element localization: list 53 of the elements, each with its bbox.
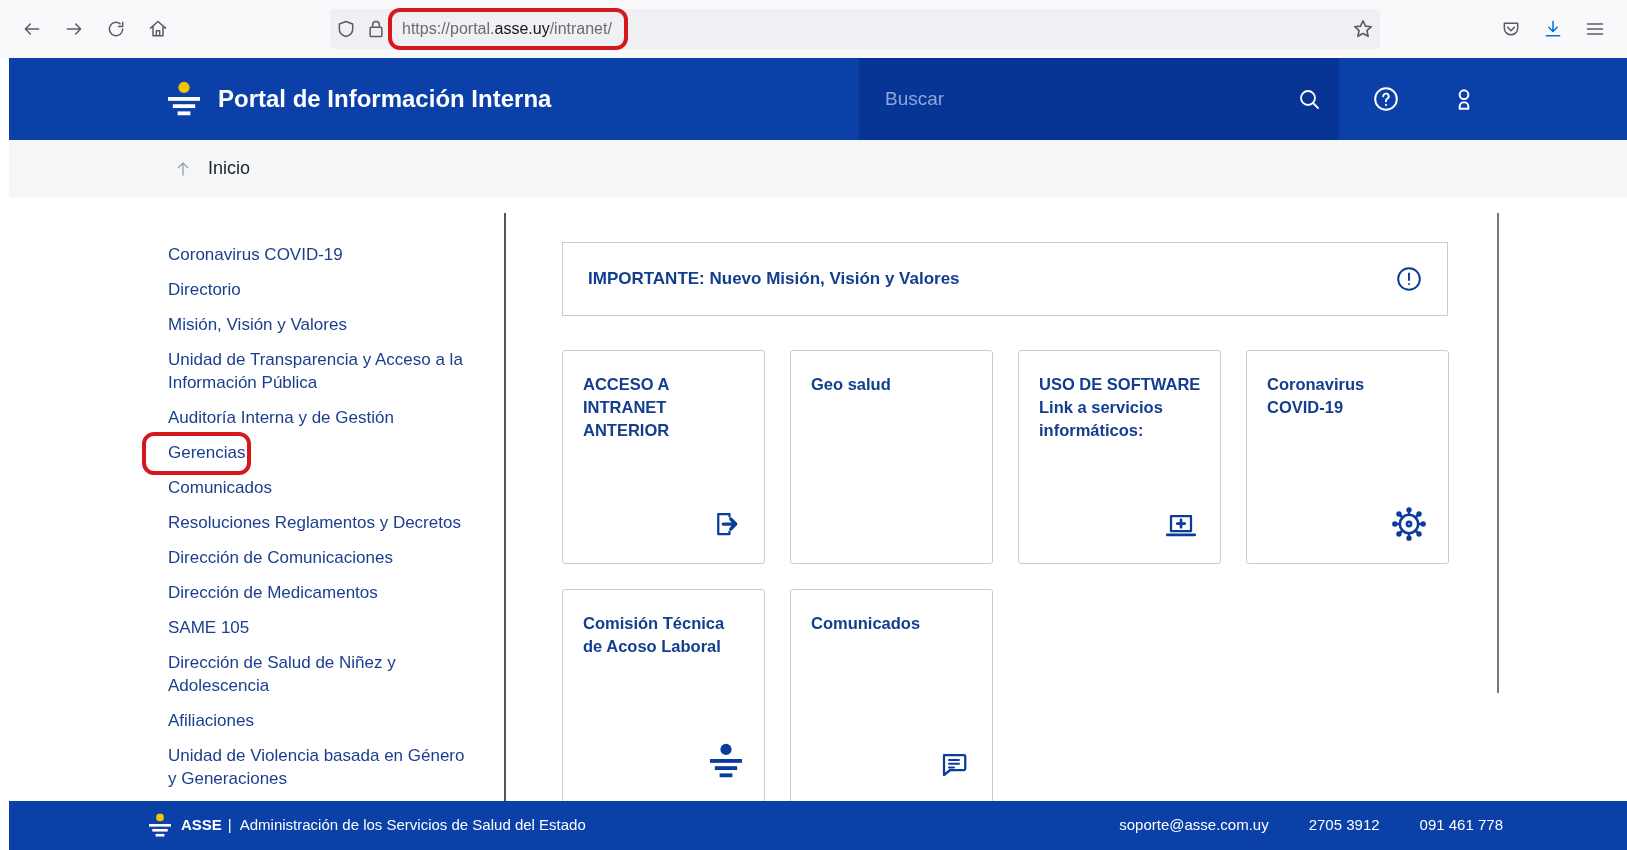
shield-icon <box>336 19 356 39</box>
url-text: https://portal.asse.uy/intranet/ <box>401 20 613 37</box>
address-bar[interactable]: https://portal.asse.uy/intranet/ <box>330 9 1380 49</box>
notice-text: IMPORTANTE: Nuevo Misión, Visión y Valores <box>588 268 960 291</box>
reload-icon[interactable] <box>106 19 126 39</box>
sidebar-link[interactable]: Auditoría Interna y de Gestión <box>168 406 394 429</box>
virus-icon <box>1392 507 1426 541</box>
tile-title: USO DE SOFTWARE Link a servicios informáticos: <box>1039 374 1200 441</box>
email-text: soporte@asse.com.uy <box>1119 815 1269 836</box>
separator-text: | <box>227 815 232 836</box>
search-field[interactable]: Buscar <box>883 83 1297 115</box>
tile-card[interactable]: Geo salud <box>790 350 993 564</box>
search-bar[interactable]: Buscar <box>859 58 1339 140</box>
phone-number: 2705 3912 <box>1308 815 1380 836</box>
sidebar-link[interactable]: Dirección de Salud de Niñez y Adolescencia <box>168 651 396 697</box>
breadcrumb-link[interactable]: Inicio <box>208 155 251 182</box>
sidebar-link[interactable]: Unidad de Transparencia y Acceso a la Información Pública <box>168 348 463 394</box>
star-icon[interactable] <box>1352 18 1374 40</box>
sidebar-link[interactable]: Coronavirus COVID-19 <box>168 243 343 266</box>
logo-icon <box>168 80 200 118</box>
tile-title: Coronavirus COVID-19 <box>1267 374 1366 418</box>
sidebar-link[interactable]: Directorio <box>168 278 241 301</box>
tile-title: Comunicados <box>811 613 922 634</box>
sidebar-link[interactable]: Misión, Visión y Valores <box>168 313 347 336</box>
alert-icon <box>1396 266 1422 292</box>
tile-card[interactable]: Coronavirus COVID-19 <box>1246 350 1449 564</box>
logo-icon <box>149 812 171 839</box>
download-icon[interactable] <box>1543 19 1563 39</box>
sidebar-link[interactable]: Afiliaciones <box>168 709 254 732</box>
home-icon[interactable] <box>148 19 168 39</box>
sidebar-link[interactable]: Unidad de Violencia basada en Género y Generaciones <box>168 744 465 790</box>
site-title: Portal de Información Interna <box>218 84 552 114</box>
tile-card[interactable]: ACCESO A INTRANET ANTERIOR <box>562 350 765 564</box>
sidebar-link[interactable]: Resoluciones Reglamentos y Decretos <box>168 511 461 534</box>
phone-number: 091 461 778 <box>1419 815 1503 836</box>
sidebar-link[interactable]: Dirección de Comunicaciones <box>168 546 393 569</box>
tile-card[interactable]: Comunicados <box>790 589 993 801</box>
tile-card[interactable]: USO DE SOFTWARE Link a servicios informáticos: <box>1018 350 1221 564</box>
sidebar-link[interactable]: Comunicados <box>168 476 272 499</box>
search-icon[interactable] <box>1297 87 1321 111</box>
sidebar-link[interactable]: Dirección de Medicamentos <box>168 581 378 604</box>
notice-banner[interactable]: IMPORTANTE: Nuevo Misión, Visión y Valores <box>562 242 1448 316</box>
sidebar-link[interactable]: SAME 105 <box>168 616 250 639</box>
lock-icon <box>366 19 386 39</box>
tile-card[interactable]: Comisión Técnica de Acoso Laboral <box>562 589 765 801</box>
help-icon[interactable] <box>1373 86 1399 112</box>
organization-name: Administración de los Servicios de Salud del Estado <box>239 815 586 836</box>
tile-title: Geo salud <box>811 374 892 395</box>
sidebar-link[interactable]: Gerencias <box>168 441 246 464</box>
tile-title: ACCESO A INTRANET ANTERIOR <box>583 374 671 441</box>
tile-title: Comisión Técnica de Acoso Laboral <box>583 613 726 657</box>
logo-icon <box>710 743 742 780</box>
brand-name: ASSE <box>181 815 222 836</box>
